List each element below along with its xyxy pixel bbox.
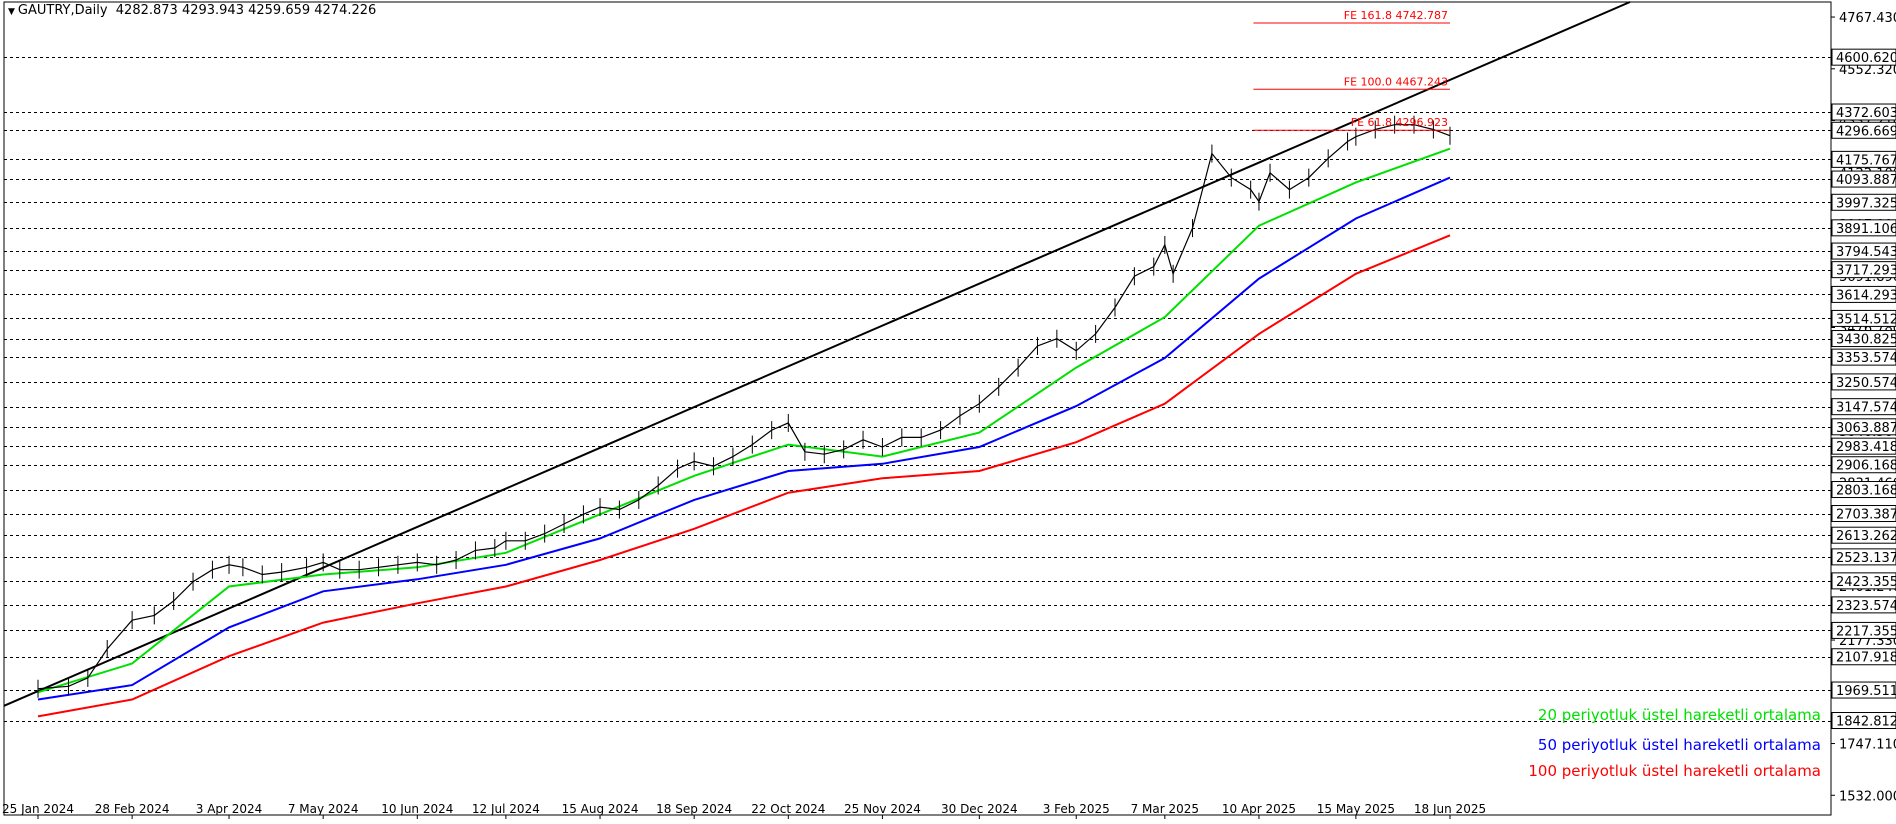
- price-tick-label: 1747.110: [1839, 738, 1896, 753]
- ohlc-values: 4282.873 4293.943 4259.659 4274.226: [115, 3, 377, 18]
- x-tick-label: 28 Feb 2024: [95, 802, 170, 816]
- level-price-label: 2107.918: [1836, 651, 1896, 666]
- level-price-label: 2803.168: [1836, 484, 1896, 499]
- price-tick-label: 4767.430: [1839, 11, 1896, 26]
- x-tick-label: 7 May 2024: [288, 802, 359, 816]
- x-tick-label: 10 Apr 2025: [1222, 802, 1296, 816]
- x-tick-label: 22 Oct 2024: [751, 802, 825, 816]
- level-price-label: 2323.574: [1836, 599, 1896, 614]
- level-price-label: 3430.825: [1836, 333, 1896, 348]
- x-tick-label: 10 Jun 2024: [381, 802, 453, 816]
- level-price-label: 2523.137: [1836, 551, 1896, 566]
- level-price-label: 3717.293: [1836, 264, 1896, 279]
- collapse-triangle-icon[interactable]: ▼: [8, 7, 15, 17]
- x-tick-label: 3 Apr 2024: [196, 802, 263, 816]
- level-price-label: 4093.887: [1836, 173, 1896, 188]
- price-chart[interactable]: 4767.4304552.3204337.2104122.1003907.000…: [0, 0, 1896, 820]
- level-price-label: 4600.620: [1836, 51, 1896, 66]
- level-price-label: 2703.387: [1836, 508, 1896, 523]
- plot-frame: [3, 1, 1832, 816]
- x-tick-label: 18 Sep 2024: [656, 802, 732, 816]
- x-tick-label: 12 Jul 2024: [472, 802, 540, 816]
- x-tick-label: 25 Jan 2024: [2, 802, 74, 816]
- level-price-label: 2983.418: [1836, 440, 1896, 455]
- level-price-label: 1969.511: [1836, 684, 1896, 699]
- level-price-label: 4372.603: [1836, 106, 1896, 121]
- level-price-label: 3250.574: [1836, 376, 1896, 391]
- level-price-label: 3997.325: [1836, 196, 1896, 211]
- x-tick-label: 30 Dec 2024: [941, 802, 1018, 816]
- level-price-label: 4296.669: [1836, 124, 1896, 139]
- level-price-label: 3891.106: [1836, 222, 1896, 237]
- level-price-label: 3514.512: [1836, 312, 1896, 327]
- level-price-label: 3063.887: [1836, 421, 1896, 436]
- legend-entry-2: 100 periyotluk üstel hareketli ortalama: [1528, 762, 1821, 780]
- level-price-label: 2423.355: [1836, 575, 1896, 590]
- price-tick-label: 1532.000: [1839, 789, 1896, 804]
- x-tick-label: 3 Feb 2025: [1043, 802, 1110, 816]
- symbol-label: GAUTRY,Daily: [17, 3, 108, 18]
- x-tick-label: 15 May 2025: [1317, 802, 1395, 816]
- level-price-label: 1842.812: [1836, 715, 1896, 730]
- level-price-label: 4175.767: [1836, 153, 1896, 168]
- fib-level-label: FE 161.8 4742.787: [1344, 9, 1448, 22]
- level-price-label: 3147.574: [1836, 401, 1896, 416]
- level-price-label: 2613.262: [1836, 529, 1896, 544]
- chart-header: ▼ GAUTRY,Daily 4282.873 4293.943 4259.659…: [8, 3, 376, 18]
- level-price-label: 3353.574: [1836, 351, 1896, 366]
- level-price-label: 3614.293: [1836, 288, 1896, 303]
- x-tick-label: 25 Nov 2024: [844, 802, 921, 816]
- chart-svg: 4767.4304552.3204337.2104122.1003907.000…: [2, 1, 1896, 819]
- x-tick-label: 18 Jun 2025: [1414, 802, 1486, 816]
- fib-level-label: FE 100.0 4467.243: [1344, 75, 1448, 88]
- fib-level-label: FE 61.8 4296.923: [1351, 116, 1448, 129]
- level-price-label: 3794.543: [1836, 245, 1896, 260]
- legend-entry-1: 50 periyotluk üstel hareketli ortalama: [1538, 736, 1821, 754]
- level-price-label: 2217.355: [1836, 624, 1896, 639]
- x-tick-label: 7 Mar 2025: [1131, 802, 1199, 816]
- level-price-label: 2906.168: [1836, 459, 1896, 474]
- x-tick-label: 15 Aug 2024: [562, 802, 639, 816]
- legend-entry-0: 20 periyotluk üstel hareketli ortalama: [1538, 706, 1821, 724]
